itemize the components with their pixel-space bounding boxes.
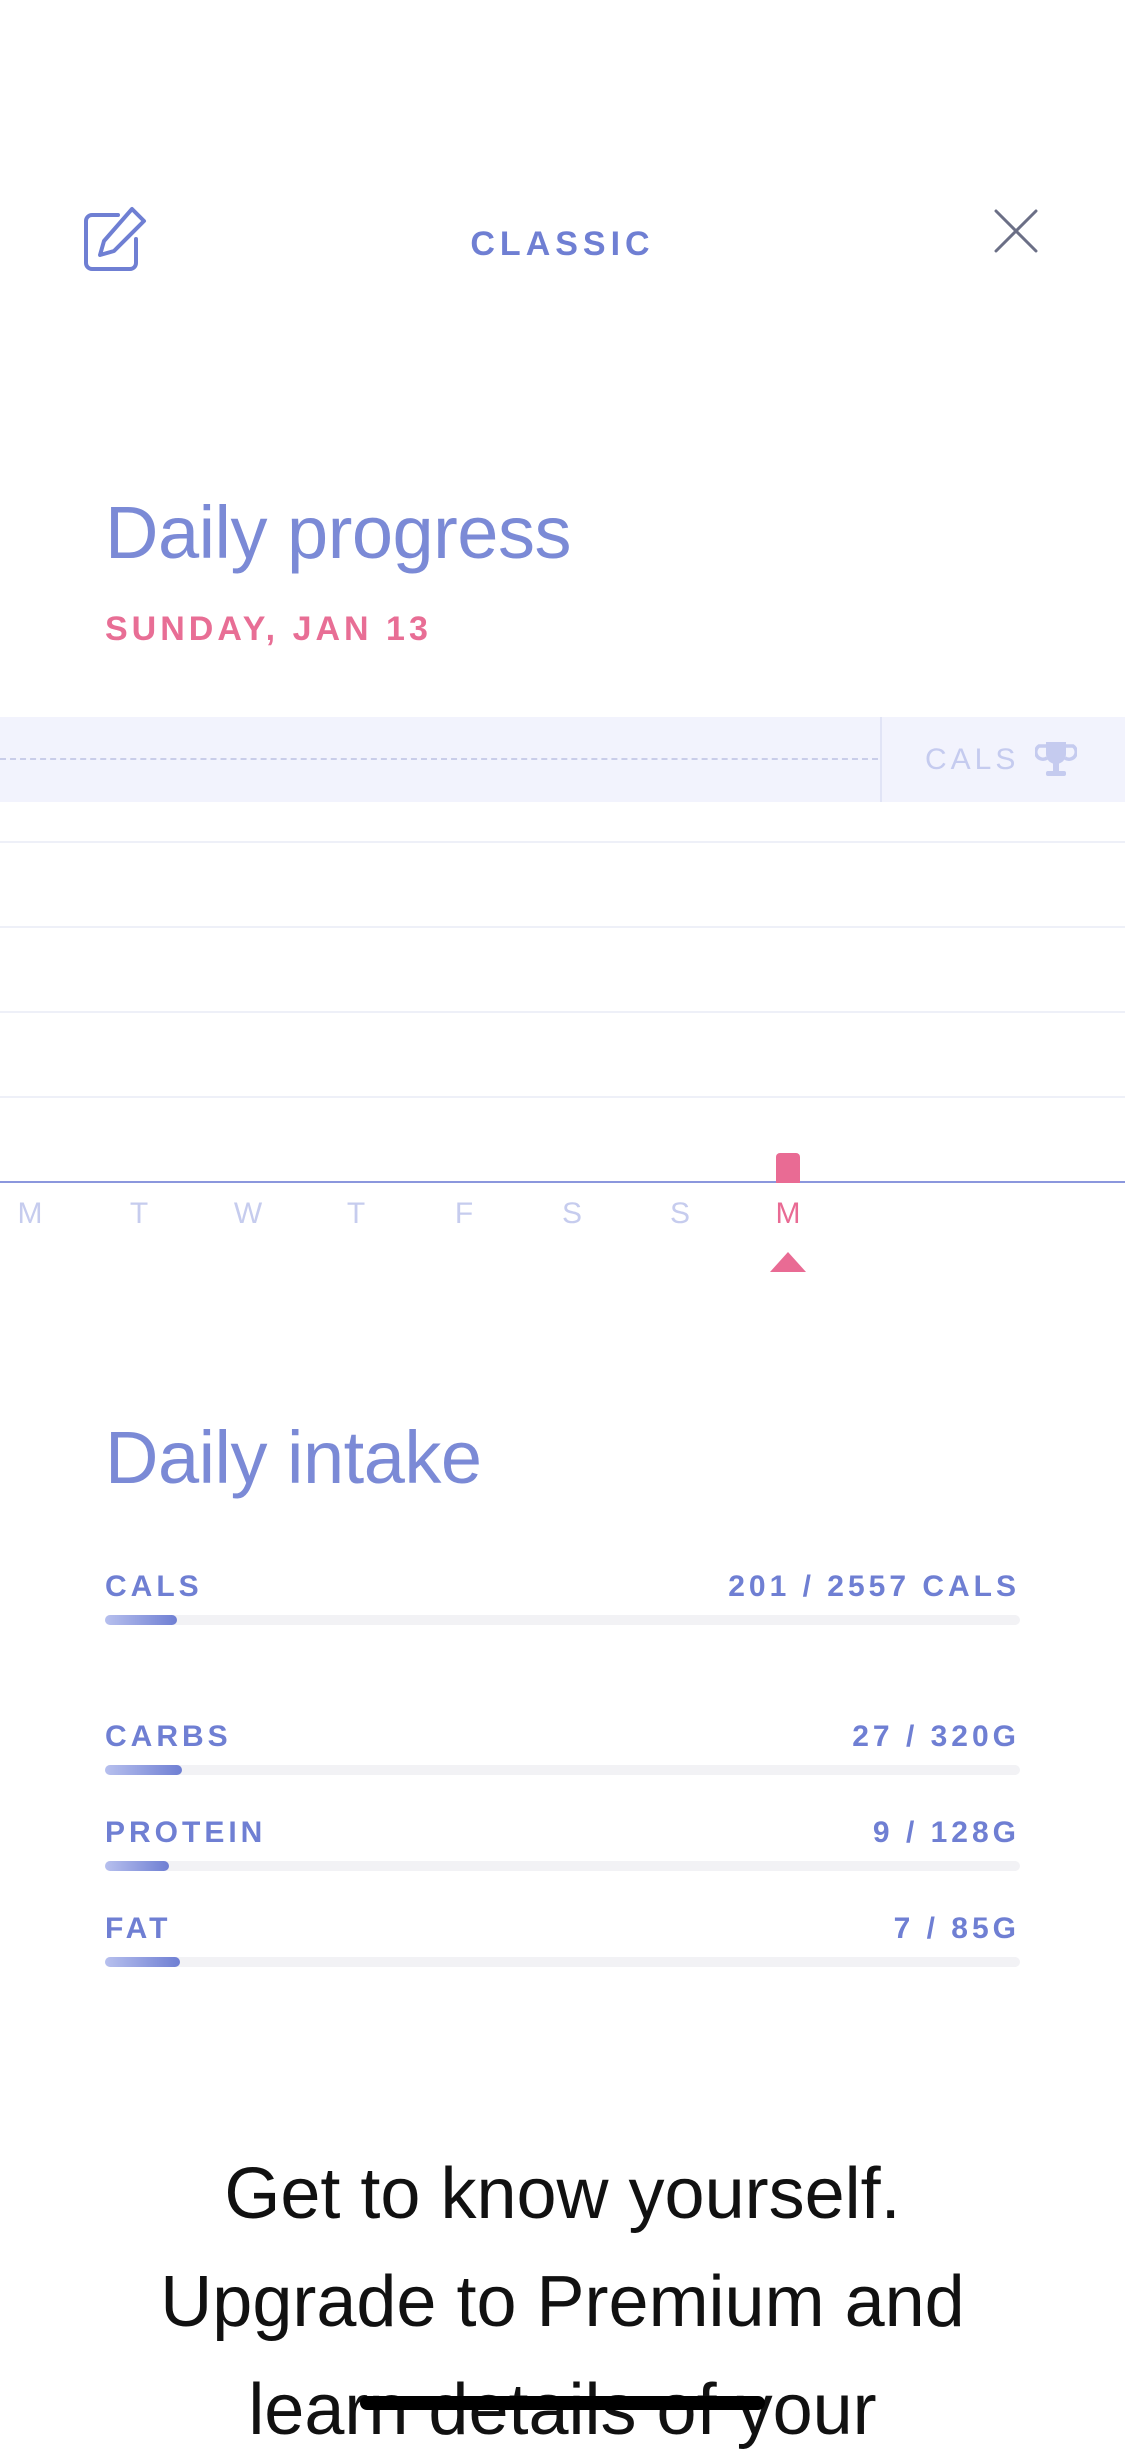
chart-gridline (0, 841, 1125, 843)
day-label[interactable]: S (650, 1197, 710, 1231)
chart-gridline (0, 1011, 1125, 1013)
nutrient-value: 27 / 320G (852, 1720, 1020, 1753)
progress-track (105, 1765, 1020, 1775)
goal-line (0, 758, 878, 760)
home-indicator[interactable] (360, 2396, 765, 2410)
selected-day-marker (770, 1252, 806, 1272)
daily-intake-heading: Daily intake (105, 1416, 482, 1499)
nutrient-label: PROTEIN (105, 1816, 267, 1849)
mode-title: CLASSIC (470, 225, 655, 263)
day-label[interactable]: W (218, 1197, 278, 1231)
goal-separator (880, 717, 882, 802)
nutrient-value: 7 / 85G (893, 1912, 1020, 1945)
close-button[interactable] (990, 205, 1042, 257)
premium-promo[interactable]: Get to know yourself. Upgrade to Premium… (0, 2140, 1125, 2464)
nutrient-value: 9 / 128G (872, 1816, 1020, 1849)
goal-label: CALS (925, 743, 1020, 776)
day-label[interactable]: M (0, 1197, 60, 1231)
nutrient-label: FAT (105, 1912, 172, 1945)
chart-gridline (0, 926, 1125, 928)
progress-track (105, 1957, 1020, 1967)
progress-fill (105, 1615, 178, 1625)
trophy-icon (1034, 738, 1078, 780)
date-label: SUNDAY, JAN 13 (105, 610, 432, 648)
day-label-selected[interactable]: M (758, 1197, 818, 1231)
progress-track (105, 1615, 1020, 1625)
chart-baseline (0, 1181, 1125, 1183)
nutrient-label: CALS (105, 1570, 203, 1603)
day-label[interactable]: T (326, 1197, 386, 1231)
progress-fill (105, 1765, 182, 1775)
chart-gridline (0, 1096, 1125, 1098)
progress-track (105, 1861, 1020, 1871)
day-label[interactable]: S (542, 1197, 602, 1231)
promo-line: Upgrade to Premium and (160, 2262, 965, 2342)
progress-fill (105, 1957, 181, 1967)
daily-progress-heading: Daily progress (105, 491, 571, 574)
close-icon (994, 209, 1038, 253)
promo-line: Get to know yourself. (224, 2154, 901, 2234)
nutrient-value: 201 / 2557 CALS (728, 1570, 1020, 1603)
nutrient-label: CARBS (105, 1720, 232, 1753)
progress-fill (105, 1861, 170, 1871)
today-calorie-bar (776, 1153, 800, 1183)
promo-line: learn details of your (248, 2370, 877, 2450)
day-label[interactable]: F (434, 1197, 494, 1231)
day-label[interactable]: T (109, 1197, 169, 1231)
